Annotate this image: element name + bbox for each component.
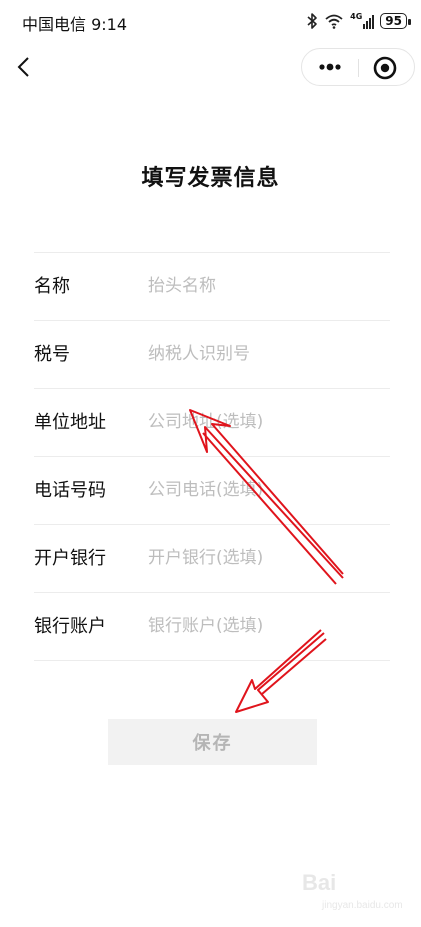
- wifi-icon: [325, 14, 343, 29]
- form-row-tax-id: 税号: [34, 321, 390, 389]
- phone-label: 电话号码: [34, 480, 106, 501]
- network-label: 4G: [350, 12, 363, 21]
- mini-program-capsule: [301, 48, 415, 86]
- status-bar: 中国电信 9:14 4G 95: [0, 0, 421, 44]
- phone-input[interactable]: [148, 471, 383, 509]
- status-icons: 4G 95: [306, 10, 411, 32]
- invoice-form: 名称 税号 单位地址 电话号码 开户银行 银行账户: [34, 252, 390, 661]
- chevron-left-icon[interactable]: [12, 54, 38, 80]
- baidu-jingyan-watermark: Bai jingyan.baidu.com: [288, 870, 408, 915]
- signal-4g-icon: 4G: [350, 12, 375, 29]
- bank-account-input[interactable]: [148, 607, 383, 645]
- bank-label: 开户银行: [34, 548, 106, 569]
- watermark-subtext: jingyan.baidu.com: [322, 900, 403, 911]
- target-icon[interactable]: [372, 55, 398, 81]
- watermark-text: Bai: [302, 870, 337, 895]
- battery-indicator: 95: [380, 13, 411, 29]
- bank-input[interactable]: [148, 539, 383, 577]
- form-row-name: 名称: [34, 253, 390, 321]
- address-label: 单位地址: [34, 412, 106, 433]
- name-input[interactable]: [148, 267, 383, 305]
- tax-id-label: 税号: [34, 344, 70, 365]
- name-label: 名称: [34, 276, 70, 297]
- capsule-divider: [358, 59, 359, 77]
- bluetooth-icon: [307, 13, 317, 29]
- carrier-time: 中国电信 9:14: [22, 15, 128, 34]
- form-row-phone: 电话号码: [34, 457, 390, 525]
- form-row-bank-account: 银行账户: [34, 593, 390, 661]
- tax-id-input[interactable]: [148, 335, 383, 373]
- page-title: 填写发票信息: [141, 166, 280, 191]
- form-row-address: 单位地址: [34, 389, 390, 457]
- address-input[interactable]: [148, 403, 383, 441]
- nav-bar: [0, 44, 421, 92]
- save-button[interactable]: 保存: [108, 719, 317, 765]
- bank-account-label: 银行账户: [34, 616, 106, 637]
- more-dots-icon[interactable]: [312, 53, 348, 81]
- form-row-bank: 开户银行: [34, 525, 390, 593]
